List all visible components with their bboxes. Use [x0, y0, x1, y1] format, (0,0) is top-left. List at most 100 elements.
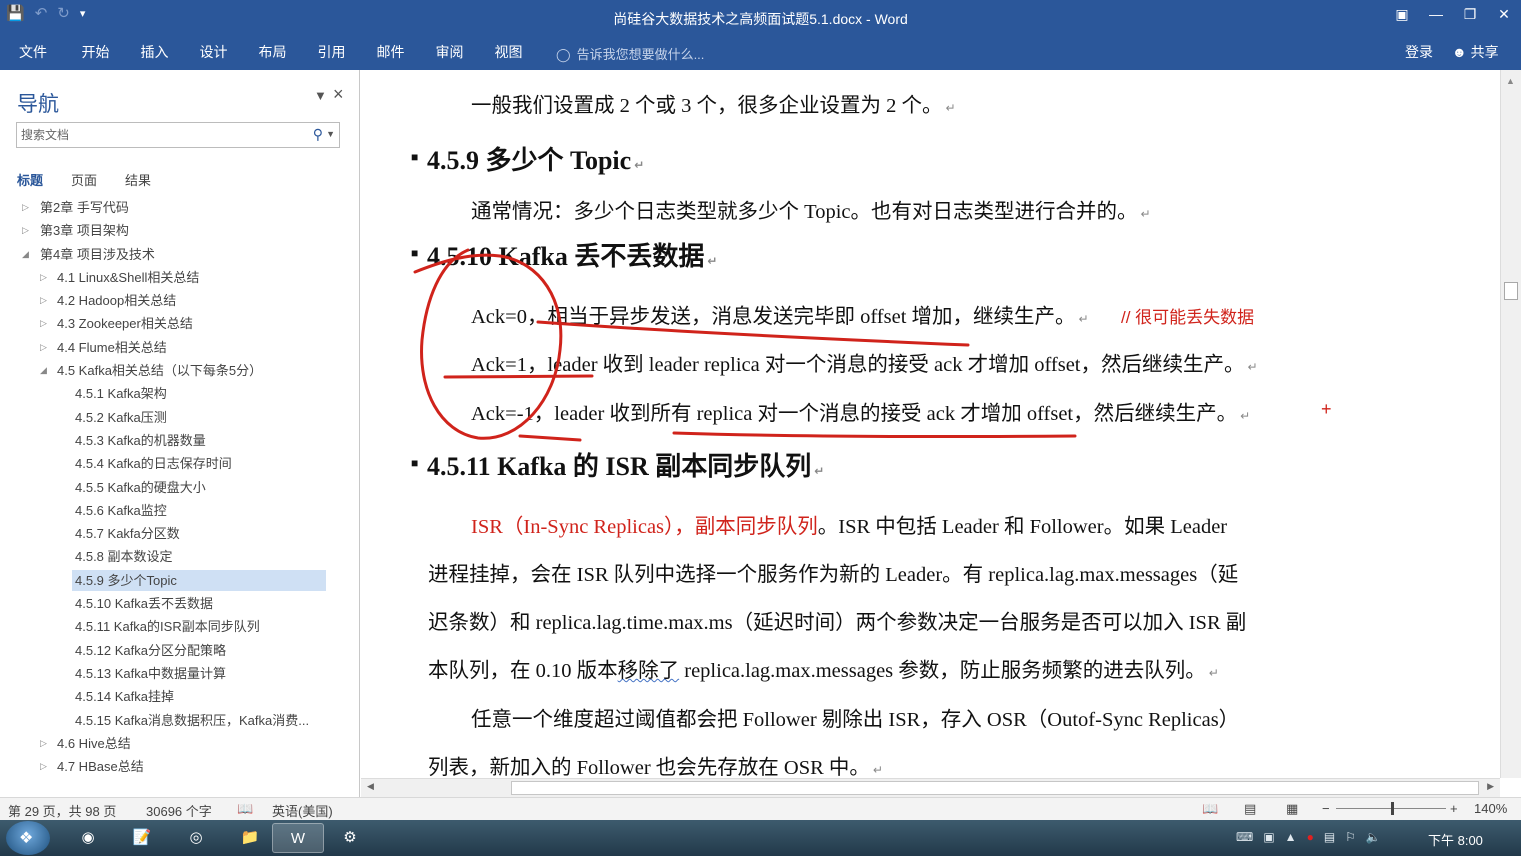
keyboard-icon[interactable]: ⌨ [1236, 830, 1253, 844]
nav-heading-item[interactable]: 4.5.5 Kafka的硬盘大小 [0, 476, 360, 499]
tab-file[interactable]: 文件 [0, 42, 66, 62]
nav-heading-label: 4.5.1 Kafka架构 [75, 386, 167, 402]
nav-heading-item[interactable]: 4.5.2 Kafka压测 [0, 406, 360, 429]
paragraph-mark: ↵ [872, 763, 883, 777]
nav-tab-headings[interactable]: 标题 [17, 170, 43, 189]
volume-icon[interactable]: 🔈 [1366, 830, 1381, 844]
tab-review[interactable]: 审阅 [420, 42, 479, 62]
read-mode-icon[interactable]: 📖 [1202, 801, 1218, 817]
zoom-out-button[interactable]: − [1322, 801, 1330, 816]
tell-me-box[interactable]: ◯ 告诉我您想要做什么... [556, 44, 704, 63]
file-explorer-icon[interactable]: 📁 [224, 823, 276, 853]
zoom-slider-thumb[interactable] [1391, 802, 1394, 815]
horizontal-scrollbar[interactable]: ◀ ▶ [361, 778, 1500, 797]
taskbar-clock[interactable]: 下午 8:00 [1428, 830, 1483, 849]
record-icon[interactable]: ● [1307, 830, 1314, 844]
document-canvas[interactable]: 一般我们设置成 2 个或 3 个，很多企业设置为 2 个。 ↵ ■ 4.5.9 多… [361, 70, 1500, 778]
nav-search-input[interactable] [17, 123, 297, 147]
nav-heading-item[interactable]: ▷ 4.7 HBase总结 [0, 755, 360, 778]
expand-triangle-icon[interactable]: ▷ [22, 196, 29, 219]
nav-heading-item[interactable]: 4.5.3 Kafka的机器数量 [0, 429, 360, 452]
scroll-left-icon[interactable]: ◀ [367, 781, 374, 792]
nav-heading-item[interactable]: ◢ 第4章 项目涉及技术 [0, 243, 360, 266]
page-count[interactable]: 第 29 页，共 98 页 [8, 801, 116, 820]
expand-triangle-icon[interactable]: ▷ [40, 266, 47, 289]
nav-close-icon[interactable]: × [333, 84, 344, 105]
language-indicator[interactable]: 英语(美国) [272, 801, 333, 820]
nav-heading-item[interactable]: 4.5.11 Kafka的ISR副本同步队列 [0, 615, 360, 638]
word-count[interactable]: 30696 个字 [146, 801, 212, 820]
horizontal-scroll-thumb[interactable] [511, 781, 1479, 795]
nav-heading-item[interactable]: 4.5.8 副本数设定 [0, 545, 360, 568]
nav-heading-item[interactable]: 4.5.10 Kafka丢不丢数据 [0, 592, 360, 615]
nav-heading-item[interactable]: 4.5.13 Kafka中数据量计算 [0, 662, 360, 685]
tab-layout[interactable]: 布局 [243, 42, 302, 62]
nav-tab-results[interactable]: 结果 [125, 170, 151, 189]
paragraph-text: Ack=1，leader 收到 leader replica 对一个消息的接受 … [471, 354, 1245, 376]
tab-design[interactable]: 设计 [184, 42, 243, 62]
chrome-icon[interactable]: ◎ [170, 823, 222, 853]
ribbon-display-options-icon[interactable]: ▣ [1385, 0, 1419, 30]
nav-heading-item[interactable]: ▷ 第2章 手写代码 [0, 196, 360, 219]
nav-heading-item[interactable]: 4.5.1 Kafka架构 [0, 382, 360, 405]
network-icon[interactable]: ▤ [1324, 830, 1335, 844]
expand-triangle-icon[interactable]: ▷ [40, 289, 47, 312]
nav-heading-label: 4.5.15 Kafka消息数据积压，Kafka消费... [75, 712, 310, 728]
expand-triangle-icon[interactable]: ▷ [40, 732, 47, 755]
app-icon[interactable]: ⚙ [324, 823, 376, 853]
vertical-scroll-thumb[interactable] [1504, 282, 1518, 300]
word-app-icon[interactable]: W [272, 823, 324, 853]
nav-heading-item[interactable]: 4.5.4 Kafka的日志保存时间 [0, 452, 360, 475]
paragraph: 一般我们设置成 2 个或 3 个，很多企业设置为 2 个。 ↵ [471, 88, 956, 118]
restore-button[interactable]: ❐ [1453, 0, 1487, 30]
expand-triangle-icon[interactable]: ▷ [40, 312, 47, 335]
scroll-right-icon[interactable]: ▶ [1487, 781, 1494, 792]
nav-heading-item[interactable]: 4.5.7 Kakfa分区数 [0, 522, 360, 545]
minimize-button[interactable]: — [1419, 0, 1453, 30]
nav-heading-item[interactable]: 4.5.9 多少个Topic [0, 569, 360, 592]
zoom-level[interactable]: 140% [1474, 801, 1507, 816]
nav-heading-item[interactable]: ▷ 4.2 Hadoop相关总结 [0, 289, 360, 312]
nav-heading-item[interactable]: ▷ 第3章 项目架构 [0, 219, 360, 242]
web-layout-icon[interactable]: ▦ [1286, 801, 1298, 817]
nav-heading-item[interactable]: 4.5.12 Kafka分区分配策略 [0, 639, 360, 662]
paragraph-mark: ↵ [1208, 666, 1219, 680]
proofing-icon[interactable]: 📖 [237, 801, 253, 817]
nav-tab-pages[interactable]: 页面 [71, 170, 97, 189]
media-player-icon[interactable]: ◉ [62, 823, 114, 853]
tab-references[interactable]: 引用 [302, 42, 361, 62]
nav-heading-item[interactable]: ◢ 4.5 Kafka相关总结（以下每条5分） [0, 359, 360, 382]
isr-line-6: 列表，新加入的 Follower 也会先存放在 OSR 中。 ↵ [428, 750, 883, 778]
expand-triangle-icon[interactable]: ▷ [40, 336, 47, 359]
tray-icon[interactable]: ▣ [1263, 830, 1274, 844]
tab-view[interactable]: 视图 [479, 42, 538, 62]
nav-heading-item[interactable]: ▷ 4.4 Flume相关总结 [0, 336, 360, 359]
vertical-scrollbar[interactable]: ▲ [1500, 70, 1521, 778]
tab-home[interactable]: 开始 [66, 42, 125, 62]
nav-heading-item[interactable]: ▷ 4.1 Linux&Shell相关总结 [0, 266, 360, 289]
collapse-triangle-icon[interactable]: ◢ [22, 243, 29, 266]
nav-heading-item[interactable]: ▷ 4.6 Hive总结 [0, 732, 360, 755]
action-center-icon[interactable]: ⚐ [1345, 830, 1356, 844]
collapse-triangle-icon[interactable]: ◢ [40, 359, 47, 382]
nav-heading-item[interactable]: 4.5.14 Kafka挂掉 [0, 685, 360, 708]
tab-insert[interactable]: 插入 [125, 42, 184, 62]
share-button[interactable]: ☻ 共享 [1452, 42, 1499, 62]
start-button[interactable]: ❖ [6, 821, 50, 855]
login-button[interactable]: 登录 [1405, 42, 1433, 62]
scroll-up-icon[interactable]: ▲ [1506, 76, 1515, 86]
expand-triangle-icon[interactable]: ▷ [40, 755, 47, 778]
search-icon[interactable]: ⚲ [313, 126, 323, 143]
nav-heading-item[interactable]: 4.5.15 Kafka消息数据积压，Kafka消费... [0, 709, 360, 732]
close-button[interactable]: ✕ [1487, 0, 1521, 30]
tab-mailings[interactable]: 邮件 [361, 42, 420, 62]
nav-heading-item[interactable]: 4.5.6 Kafka监控 [0, 499, 360, 522]
show-hidden-icons-icon[interactable]: ▲ [1285, 830, 1297, 844]
search-dropdown-icon[interactable]: ▼ [326, 129, 335, 139]
expand-triangle-icon[interactable]: ▷ [22, 219, 29, 242]
print-layout-icon[interactable]: ▤ [1244, 801, 1256, 817]
nav-options-icon[interactable]: ▼ [314, 88, 327, 103]
zoom-in-button[interactable]: + [1450, 801, 1458, 816]
notepad-icon[interactable]: 📝 [116, 823, 168, 853]
nav-heading-item[interactable]: ▷ 4.3 Zookeeper相关总结 [0, 312, 360, 335]
